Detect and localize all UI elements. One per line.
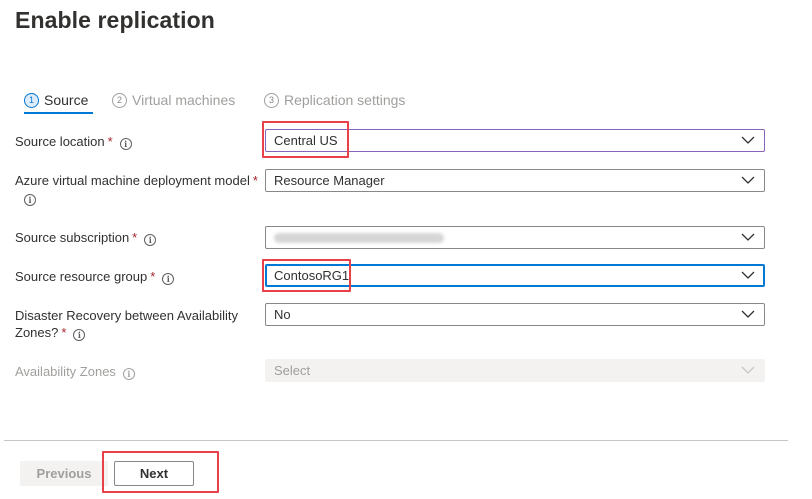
deployment-model-dropdown[interactable]: Resource Manager <box>265 169 765 192</box>
source-resource-group-label: Source resource group * i <box>15 268 175 285</box>
step-virtual-machines[interactable]: 2 Virtual machines <box>112 90 235 110</box>
page-title: Enable replication <box>15 7 215 33</box>
required-marker: * <box>132 230 138 245</box>
step-source[interactable]: 1 Source <box>24 90 88 110</box>
step-label: Virtual machines <box>132 92 236 108</box>
step-label: Replication settings <box>284 92 406 108</box>
redacted-subscription-value <box>274 233 444 243</box>
chevron-down-icon <box>741 271 755 279</box>
deployment-model-label: Azure virtual machine deployment model * … <box>15 173 258 206</box>
chevron-down-icon <box>741 233 755 241</box>
info-icon[interactable]: i <box>144 234 157 246</box>
chevron-down-icon <box>741 310 755 318</box>
step-label: Source <box>44 92 89 108</box>
source-location-value: Central US <box>274 133 338 148</box>
info-icon[interactable]: i <box>24 194 36 206</box>
required-marker: * <box>107 134 113 149</box>
info-icon[interactable]: i <box>73 329 86 341</box>
required-marker: * <box>252 173 258 188</box>
next-button[interactable]: Next <box>114 461 194 486</box>
required-marker: * <box>61 325 67 340</box>
availability-zones-placeholder: Select <box>274 363 311 378</box>
source-subscription-dropdown[interactable] <box>265 226 765 249</box>
deployment-model-value: Resource Manager <box>274 173 385 188</box>
availability-zones-dropdown: Select <box>265 359 765 382</box>
dr-zones-value: No <box>274 307 291 322</box>
step-number-icon: 2 <box>112 92 127 108</box>
source-location-dropdown[interactable]: Central US <box>265 129 765 152</box>
required-marker: * <box>150 269 156 284</box>
info-icon[interactable]: i <box>122 368 135 380</box>
dr-zones-label: Disaster Recovery between Availability Z… <box>15 308 239 341</box>
chevron-down-icon <box>741 366 755 374</box>
footer-divider <box>4 440 788 441</box>
step-number-icon: 3 <box>264 92 279 108</box>
source-resource-group-value: ContosoRG1 <box>274 268 350 283</box>
step-replication-settings[interactable]: 3 Replication settings <box>264 90 405 110</box>
active-step-underline <box>24 112 93 114</box>
dr-zones-dropdown[interactable]: No <box>265 303 765 326</box>
info-icon[interactable]: i <box>119 138 132 150</box>
step-number-icon: 1 <box>24 92 39 108</box>
chevron-down-icon <box>741 176 755 184</box>
source-resource-group-dropdown[interactable]: ContosoRG1 <box>265 264 765 287</box>
source-location-label: Source location * i <box>15 133 132 150</box>
previous-button: Previous <box>20 461 108 486</box>
chevron-down-icon <box>741 136 755 144</box>
availability-zones-label: Availability Zones i <box>15 363 135 380</box>
info-icon[interactable]: i <box>162 273 175 285</box>
source-subscription-label: Source subscription * i <box>15 229 157 246</box>
